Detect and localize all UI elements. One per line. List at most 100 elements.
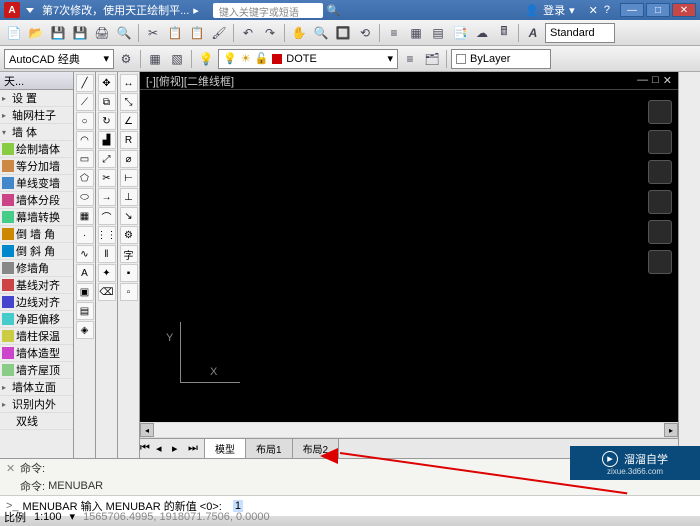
textstyle-combo[interactable]: Standard <box>545 23 615 43</box>
tree-item[interactable]: 单线变墙 <box>0 175 73 192</box>
match-icon[interactable]: 🖌 <box>209 23 229 43</box>
trim-icon[interactable]: ✂ <box>98 169 116 187</box>
tree-item[interactable]: ▸设 置 <box>0 90 73 107</box>
cut-icon[interactable]: ✂ <box>143 23 163 43</box>
app-logo[interactable]: A <box>4 2 20 18</box>
polygon-icon[interactable]: ⬠ <box>76 169 94 187</box>
zoom-prev-icon[interactable]: ⟲ <box>355 23 375 43</box>
nav-wheel-icon[interactable] <box>648 130 672 154</box>
zoom-nav-icon[interactable] <box>648 190 672 214</box>
orbit-nav-icon[interactable] <box>648 220 672 244</box>
dim-angular-icon[interactable]: ∠ <box>120 112 138 130</box>
showmotion-icon[interactable] <box>648 250 672 274</box>
layer-combo[interactable]: 💡 ☀ 🔓 DOTE ▾ <box>218 49 398 69</box>
doc-restore-icon[interactable]: □ <box>652 74 659 87</box>
tree-item[interactable]: 双线 <box>0 413 73 430</box>
hatch-icon[interactable]: ▦ <box>76 207 94 225</box>
layer-tool-icon[interactable]: ≡ <box>400 49 420 69</box>
textstyle-a-icon[interactable]: A <box>523 23 543 43</box>
arc-icon[interactable]: ◠ <box>76 131 94 149</box>
copy-icon[interactable]: 📋 <box>165 23 185 43</box>
mirror-icon[interactable]: ▟ <box>98 131 116 149</box>
tree-item[interactable]: 边线对齐 <box>0 294 73 311</box>
tree-item[interactable]: ▸墙体立面 <box>0 379 73 396</box>
text-icon[interactable]: A <box>76 264 94 282</box>
rect-icon[interactable]: ▭ <box>76 150 94 168</box>
doc-close-icon[interactable]: ✕ <box>663 74 672 87</box>
tree-item[interactable]: 幕墙转换 <box>0 209 73 226</box>
tab-next-icon[interactable]: ▸ <box>172 442 188 458</box>
panel-header[interactable]: 天... <box>0 72 73 90</box>
offset-icon[interactable]: ‖ <box>98 245 116 263</box>
text-icon[interactable]: 字 <box>120 245 138 263</box>
scale-icon[interactable]: ⤢ <box>98 150 116 168</box>
model-viewport[interactable]: X Y <box>140 90 678 422</box>
dim-style-icon[interactable]: ⚙ <box>120 226 138 244</box>
viewcube-icon[interactable] <box>648 100 672 124</box>
print-icon[interactable]: 🖨 <box>92 23 112 43</box>
pan-nav-icon[interactable] <box>648 160 672 184</box>
dim-dia-icon[interactable]: ⌀ <box>120 150 138 168</box>
erase-icon[interactable]: ⌫ <box>98 283 116 301</box>
tree-item[interactable]: 修墙角 <box>0 260 73 277</box>
undo-icon[interactable]: ↶ <box>238 23 258 43</box>
tree-item[interactable]: ▾墙 体 <box>0 124 73 141</box>
rotate-icon[interactable]: ↻ <box>98 112 116 130</box>
restore-button[interactable]: □ <box>646 3 670 17</box>
calc-icon[interactable]: 🖩 <box>494 23 514 43</box>
tree-item[interactable]: 墙体分段 <box>0 192 73 209</box>
viewport-label[interactable]: [-][俯视][二维线框] <box>146 73 234 89</box>
block-icon[interactable]: ▣ <box>76 283 94 301</box>
linetype-combo[interactable]: ByLayer <box>451 49 551 69</box>
tree-item[interactable]: 墙齐屋顶 <box>0 362 73 379</box>
move-icon[interactable]: ✥ <box>98 74 116 92</box>
login-button[interactable]: 👤 登录 ▾ <box>525 2 574 18</box>
extend-icon[interactable]: → <box>98 188 116 206</box>
exchange-icon[interactable]: ✕ <box>589 4 598 17</box>
layer-filter-icon[interactable]: 💡 <box>196 49 216 69</box>
tab-prev-icon[interactable]: ◂ <box>156 442 172 458</box>
dim-radius-icon[interactable]: R <box>120 131 138 149</box>
dim-linear-icon[interactable]: ↔ <box>120 74 138 92</box>
ellipse-icon[interactable]: ⬭ <box>76 188 94 206</box>
dim-base-icon[interactable]: ⊥ <box>120 188 138 206</box>
paste-icon[interactable]: 📋 <box>187 23 207 43</box>
leader-icon[interactable]: ↘ <box>120 207 138 225</box>
designcenter-icon[interactable]: ▦ <box>406 23 426 43</box>
table-icon[interactable]: ▤ <box>76 302 94 320</box>
horizontal-scrollbar[interactable]: ◂ ▸ <box>140 422 678 438</box>
scroll-right-icon[interactable]: ▸ <box>664 423 678 437</box>
tree-item[interactable]: 倒 斜 角 <box>0 243 73 260</box>
help-icon[interactable]: ? <box>604 4 610 16</box>
tab-layout1[interactable]: 布局1 <box>245 438 293 458</box>
save-icon[interactable]: 💾 <box>48 23 68 43</box>
redo-icon[interactable]: ↷ <box>260 23 280 43</box>
dim-aligned-icon[interactable]: ⤡ <box>120 93 138 111</box>
tree-item[interactable]: 绘制墙体 <box>0 141 73 158</box>
saveas-icon[interactable]: 💾 <box>70 23 90 43</box>
scale-value[interactable]: 1:100 <box>34 511 62 523</box>
spline-icon[interactable]: ∿ <box>76 245 94 263</box>
tool-icon[interactable]: ▦ <box>145 49 165 69</box>
tab-last-icon[interactable]: ⏭ <box>188 442 204 458</box>
fillet-icon[interactable]: ⌒ <box>98 207 116 225</box>
layer-tool-icon[interactable]: 🗂 <box>422 49 442 69</box>
new-icon[interactable]: 📄 <box>4 23 24 43</box>
search-input[interactable]: 键入关键字或短语 <box>213 3 323 18</box>
markup-icon[interactable]: ☁ <box>472 23 492 43</box>
properties-icon[interactable]: ≡ <box>384 23 404 43</box>
preview-icon[interactable]: 🔍 <box>114 23 134 43</box>
tree-item[interactable]: 净距偏移 <box>0 311 73 328</box>
tab-model[interactable]: 模型 <box>204 438 246 458</box>
tree-item[interactable]: ▸识别内外 <box>0 396 73 413</box>
zoom-icon[interactable]: 🔍 <box>311 23 331 43</box>
copy-icon[interactable]: ⧉ <box>98 93 116 111</box>
pan-icon[interactable]: ✋ <box>289 23 309 43</box>
tool-icon[interactable]: ▫ <box>120 283 138 301</box>
search-icon[interactable]: 🔍 <box>327 4 341 17</box>
scroll-left-icon[interactable]: ◂ <box>140 423 154 437</box>
doc-minimize-icon[interactable]: — <box>637 74 648 87</box>
tree-item[interactable]: 倒 墙 角 <box>0 226 73 243</box>
sheetset-icon[interactable]: 📑 <box>450 23 470 43</box>
toolpalette-icon[interactable]: ▤ <box>428 23 448 43</box>
